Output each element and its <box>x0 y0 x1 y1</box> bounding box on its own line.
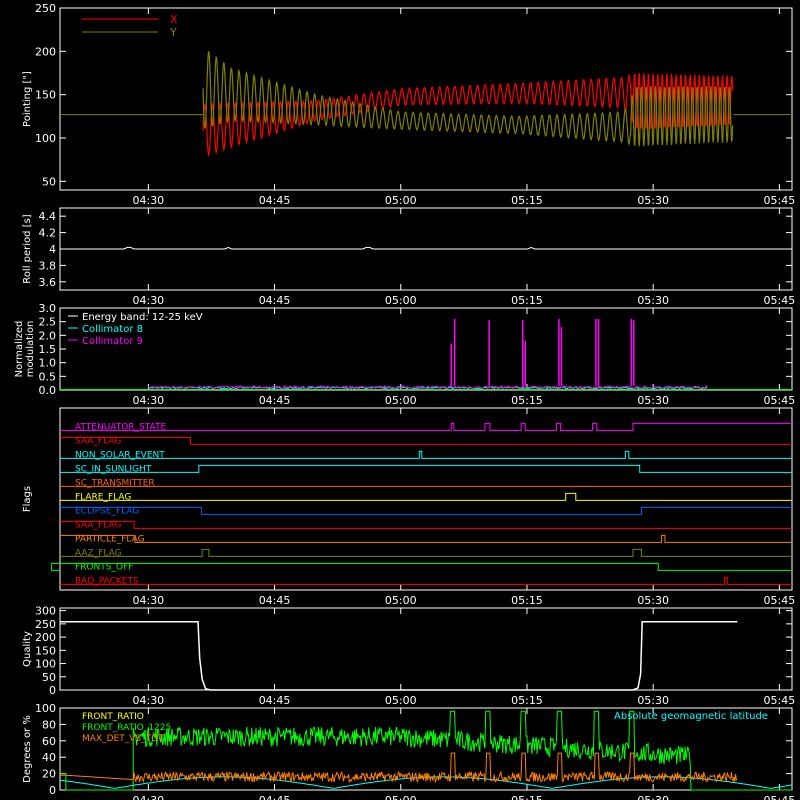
y-tick-label: 1.5 <box>39 343 57 356</box>
x-tick-label: 05:45 <box>764 394 796 407</box>
x-tick-label: 05:45 <box>764 794 796 800</box>
y-tick-label: 250 <box>35 618 56 631</box>
y-tick-label: 0 <box>49 684 56 697</box>
y-tick-label: 3.8 <box>39 259 57 272</box>
x-tick-label: 05:30 <box>637 694 669 707</box>
y-axis-label: Quality <box>22 631 33 667</box>
y-tick-label: 150 <box>35 644 56 657</box>
x-tick-label: 05:45 <box>764 194 796 207</box>
y-tick-label: 40 <box>42 751 56 764</box>
legend-label: Collimator 8 <box>82 324 143 335</box>
x-tick-label: 05:00 <box>385 694 417 707</box>
x-tick-label: 04:30 <box>132 294 164 307</box>
y-tick-label: 4.4 <box>39 210 57 223</box>
x-tick-label: 05:30 <box>637 194 669 207</box>
y-tick-label: 80 <box>42 718 56 731</box>
x-tick-label: 05:15 <box>511 394 543 407</box>
y-tick-label: 50 <box>42 671 56 684</box>
x-tick-label: 05:00 <box>385 794 417 800</box>
legend-label: Y <box>169 26 177 39</box>
x-tick-label: 05:30 <box>637 794 669 800</box>
y-tick-label: 100 <box>35 658 56 671</box>
telemetry-chart-figure: 04:30 04:45 05:00 05:15 05:30 05:45 Pointing [… <box>0 0 800 800</box>
y-tick-label: 0 <box>49 784 56 797</box>
x-tick-label: 04:45 <box>259 294 291 307</box>
x-tick-label: 05:30 <box>637 594 669 607</box>
x-tick-label: 05:00 <box>385 594 417 607</box>
x-tick-label: 04:30 <box>132 394 164 407</box>
y-tick-label: 100 <box>35 702 56 715</box>
y-tick-label: 100 <box>35 132 56 145</box>
legend-label: MAX_DET_VS_TOT <box>82 734 164 744</box>
y-tick-label: 200 <box>35 631 56 644</box>
x-tick-label: 05:30 <box>637 394 669 407</box>
legend-label: Collimator 9 <box>82 336 143 347</box>
y-tick-label: 4.2 <box>39 227 57 240</box>
y-tick-label: 0.5 <box>39 370 57 383</box>
y-axis-label-line2: modulation <box>25 321 36 378</box>
x-tick-label: 05:00 <box>385 394 417 407</box>
y-axis-label: Roll period [s] <box>22 214 33 283</box>
y-tick-label: 200 <box>35 45 56 58</box>
y-tick-label: 250 <box>35 2 56 15</box>
x-tick-label: 04:30 <box>132 794 164 800</box>
legend-title: Energy band: 12-25 keV <box>82 312 203 323</box>
y-tick-label: 300 <box>35 605 56 618</box>
x-tick-label: 04:45 <box>259 594 291 607</box>
x-tick-label: 05:30 <box>637 294 669 307</box>
x-tick-label: 05:15 <box>511 694 543 707</box>
y-tick-label: 3.0 <box>39 302 57 315</box>
y-tick-label: 2.0 <box>39 329 57 342</box>
x-tick-label: 05:15 <box>511 194 543 207</box>
x-tick-label: 04:45 <box>259 794 291 800</box>
x-tick-label: 04:30 <box>132 594 164 607</box>
legend-label: Absolute geomagnetic latitude <box>614 711 768 722</box>
x-tick-label: 05:45 <box>764 594 796 607</box>
x-tick-label: 05:15 <box>511 594 543 607</box>
y-tick-label: 20 <box>42 768 56 781</box>
y-tick-label: 4 <box>49 243 56 256</box>
x-tick-label: 05:45 <box>764 294 796 307</box>
x-tick-label: 04:45 <box>259 694 291 707</box>
x-tick-label: 05:15 <box>511 794 543 800</box>
y-tick-label: 0.0 <box>39 384 57 397</box>
y-axis-label: Normalized <box>14 321 25 378</box>
x-tick-label: 05:00 <box>385 294 417 307</box>
y-axis-label: Flags <box>22 486 33 512</box>
y-tick-label: 1.0 <box>39 357 57 370</box>
x-tick-label: 04:30 <box>132 194 164 207</box>
y-axis-label: Degrees or % <box>22 715 33 783</box>
x-tick-label: 05:15 <box>511 294 543 307</box>
x-tick-label: 05:00 <box>385 194 417 207</box>
x-tick-label: 04:30 <box>132 694 164 707</box>
x-tick-label: 05:45 <box>764 694 796 707</box>
legend-label: X <box>170 13 178 26</box>
flag-label: ECLIPSE_FLAG <box>75 506 139 516</box>
y-axis-label: Pointing ["] <box>22 71 33 127</box>
y-tick-label: 2.5 <box>39 316 57 329</box>
x-tick-label: 04:45 <box>259 194 291 207</box>
legend-label: FRONT_RATIO_1225 <box>82 723 171 733</box>
x-tick-label: 04:45 <box>259 394 291 407</box>
y-tick-label: 50 <box>42 175 56 188</box>
y-tick-label: 60 <box>42 735 56 748</box>
y-tick-label: 150 <box>35 89 56 102</box>
legend-label: FRONT_RATIO <box>82 712 144 722</box>
y-tick-label: 3.6 <box>39 276 57 289</box>
